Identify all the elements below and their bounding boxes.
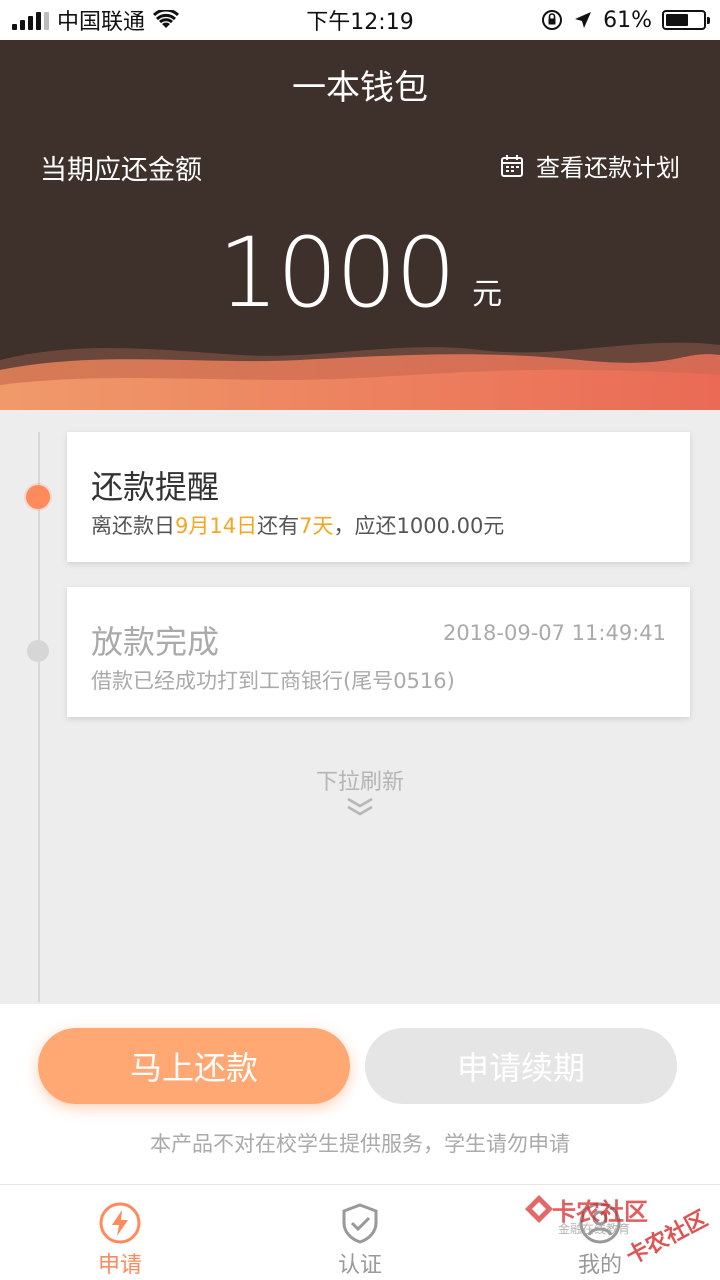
repay-now-button[interactable]: 马上还款	[38, 1028, 350, 1104]
page-title: 一本钱包	[292, 68, 428, 108]
status-bar: 中国联通 下午12:19 61%	[0, 0, 720, 40]
tab-bar: 申请 认证 我的	[0, 1184, 720, 1280]
action-panel: 马上还款 申请续期 本产品不对在校学生提供服务，学生请勿申请	[0, 1004, 720, 1184]
lightning-icon	[99, 1202, 141, 1244]
battery-percent: 61%	[603, 7, 652, 33]
calendar-icon	[501, 154, 523, 177]
header-wave-decoration	[0, 342, 720, 410]
repayment-reminder-card[interactable]: 还款提醒 离还款日9月14日还有7天，应还1000.00元	[67, 432, 690, 562]
card-title: 放款完成	[91, 623, 220, 661]
amount-value: 1000	[217, 217, 456, 329]
desc-mid: 还有	[257, 514, 300, 538]
double-chevron-down-icon	[347, 797, 373, 816]
view-plan-label: 查看还款计划	[536, 154, 680, 182]
tab-apply[interactable]: 申请	[40, 1185, 200, 1280]
battery-fill	[666, 14, 688, 26]
timeline-line	[38, 432, 40, 1002]
apply-extension-button[interactable]: 申请续期	[365, 1028, 677, 1104]
shield-check-icon	[342, 1203, 378, 1244]
location-arrow-icon	[575, 12, 592, 28]
card-description: 借款已经成功打到工商银行(尾号0516)	[91, 669, 455, 693]
amount-unit: 元	[472, 277, 503, 312]
card-title: 还款提醒	[91, 468, 220, 506]
orientation-lock-icon	[542, 10, 563, 30]
desc-prefix: 离还款日	[91, 514, 175, 538]
tab-label: 我的	[577, 1253, 622, 1278]
student-notice: 本产品不对在校学生提供服务，学生请勿申请	[150, 1132, 570, 1156]
card-timestamp: 2018-09-07 11:49:41	[442, 621, 666, 645]
battery-icon	[662, 10, 710, 30]
repayment-header: 一本钱包 当期应还金额 查看还款计划 1000 元	[0, 40, 720, 410]
amount-display: 1000 元	[0, 225, 720, 321]
pull-to-refresh-label: 下拉刷新	[315, 770, 404, 795]
tab-mine[interactable]: 我的	[520, 1185, 680, 1280]
tab-label: 认证	[337, 1253, 382, 1278]
tab-verify[interactable]: 认证	[280, 1185, 440, 1280]
due-date: 9月14日	[175, 514, 258, 538]
desc-suffix: ，应还1000.00元	[333, 514, 505, 538]
timeline-dot-inactive	[27, 640, 49, 662]
timeline-dot-active	[26, 485, 50, 509]
loan-disbursed-card[interactable]: 放款完成 2018-09-07 11:49:41 借款已经成功打到工商银行(尾号…	[67, 587, 690, 717]
due-amount-label: 当期应还金额	[40, 155, 202, 186]
days-remaining: 7天	[299, 514, 334, 538]
status-right: 61%	[541, 0, 710, 40]
tab-label: 申请	[97, 1253, 142, 1278]
view-plan-link[interactable]: 查看还款计划	[500, 148, 680, 183]
user-icon	[579, 1202, 621, 1244]
card-description: 离还款日9月14日还有7天，应还1000.00元	[91, 510, 504, 540]
